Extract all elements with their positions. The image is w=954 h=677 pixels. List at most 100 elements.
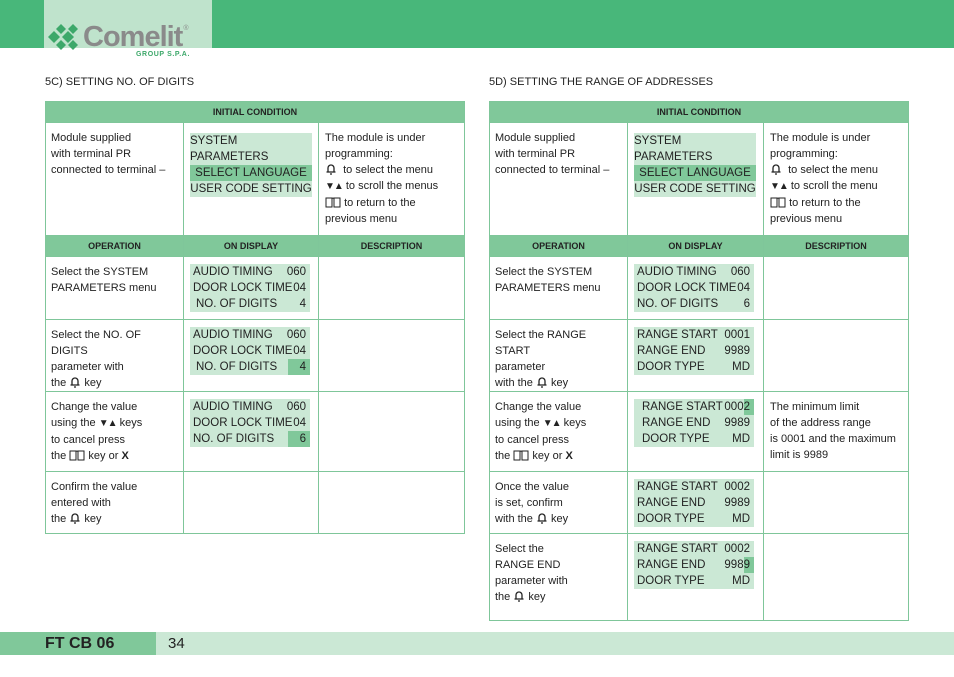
lcd-row: AUDIO TIMING 060: [634, 264, 754, 280]
text-line: limit is 9989: [770, 449, 829, 461]
text: key or: [532, 450, 563, 462]
description-cell: [317, 256, 466, 320]
text-line: parameter with: [495, 575, 568, 587]
lcd-label: RANGE END: [637, 345, 706, 357]
lcd-row-selected: SELECT LANGUAGE: [634, 165, 756, 181]
lcd-label: RANGE END: [642, 417, 711, 429]
lcd-row: RANGE START 0002: [634, 541, 754, 557]
text-line: connected to terminal –: [495, 164, 610, 176]
column-header-operation: OPERATION: [45, 235, 184, 257]
lcd-value: 9989: [724, 417, 750, 429]
text-line: Select the RANGE START: [495, 329, 587, 357]
text: to return to the: [789, 197, 861, 209]
lcd-value-selected: 4: [287, 359, 310, 375]
text: to scroll the menu: [790, 180, 878, 192]
lcd-label: AUDIO TIMING: [637, 266, 717, 278]
operation-cell: Select the NO. OF DIGITS parameter with …: [45, 319, 184, 392]
text: key or: [88, 450, 119, 462]
display-cell: AUDIO TIMING 060 DOOR LOCK TIME 04 NO. OF …: [183, 256, 319, 320]
x-key-label: X: [565, 450, 573, 462]
description-cell: The minimum limit of the address range i…: [762, 391, 910, 472]
text: key: [528, 591, 546, 603]
lcd-value: 4: [299, 298, 306, 310]
text-line: using the ▼▲ keys: [51, 415, 178, 432]
operation-cell: Once the value is set, confirm with the …: [489, 471, 628, 534]
lcd-row: RANGE END 9989: [634, 495, 754, 511]
text: to return to the: [344, 197, 416, 209]
lcd-label: AUDIO TIMING: [193, 401, 273, 413]
lcd-label: DOOR LOCK TIME: [193, 417, 293, 429]
lcd-row: SYSTEM PARAMETERS: [190, 135, 269, 163]
lcd-value: 04: [293, 345, 306, 357]
lcd-display: AUDIO TIMING 060 DOOR LOCK TIME 04 NO. OF …: [190, 399, 310, 447]
table-row: Change the value using the ▼▲ keys to ca…: [45, 391, 466, 472]
text-line: RANGE END: [495, 559, 561, 571]
lcd-row: SYSTEM PARAMETERS: [634, 135, 713, 163]
lcd-label: DOOR LOCK TIME: [637, 282, 737, 294]
text: to select the menu: [788, 164, 879, 176]
text: with the: [495, 377, 533, 389]
document-code: FT CB 06: [0, 632, 156, 655]
text-line: PARAMETERS menu: [495, 282, 601, 294]
book-key-icon: [325, 197, 341, 208]
lcd-value-digits: 998: [724, 559, 744, 571]
lcd-value: MD: [732, 575, 750, 587]
text-line: Change the value: [495, 401, 582, 413]
table-row: Once the value is set, confirm with the …: [489, 471, 910, 534]
lcd-label: RANGE START: [637, 543, 718, 555]
lcd-value: 0002: [724, 481, 750, 493]
lcd-row: DOOR LOCK TIME 04: [190, 415, 310, 431]
book-key-icon: [69, 450, 85, 461]
lcd-label: DOOR LOCK TIME: [193, 282, 293, 294]
bell-key-icon: [514, 591, 524, 602]
lcd-display: SYSTEM PARAMETERS SELECT LANGUAGE USER C…: [190, 133, 312, 197]
bell-key-icon: [771, 164, 781, 175]
text-line: with the key: [495, 375, 622, 391]
lcd-label: NO. OF DIGITS: [196, 298, 278, 310]
text-line: Select the: [495, 543, 544, 555]
text-line: ▼▲ to scroll the menus: [325, 178, 458, 195]
text: using the: [51, 417, 96, 429]
lcd-value: 9989: [724, 345, 750, 357]
section-title-5c: 5C) SETTING NO. OF DIGITS: [45, 76, 195, 88]
text: the: [495, 591, 511, 603]
text-line: connected to terminal –: [51, 164, 166, 176]
text-line: to select the menu: [325, 162, 458, 178]
text-line: with the key: [495, 511, 622, 527]
text-line: to cancel press: [51, 434, 125, 446]
lcd-label: DOOR LOCK TIME: [193, 345, 293, 357]
lcd-row: NO. OF DIGITS 6: [190, 431, 310, 447]
lcd-value: MD: [732, 513, 750, 525]
down-up-arrows-icon: ▼▲: [542, 418, 562, 429]
down-up-arrows-icon: ▼▲: [325, 181, 344, 192]
lcd-row: USER CODE SETTING: [634, 183, 756, 195]
lcd-row: DOOR LOCK TIME 04: [190, 343, 310, 359]
display-cell: AUDIO TIMING 060 DOOR LOCK TIME 04 NO. OF …: [627, 256, 764, 320]
text-line: Once the value: [495, 481, 569, 493]
table-row: Select the RANGE START parameter with th…: [489, 319, 910, 392]
lcd-display: AUDIO TIMING 060 DOOR LOCK TIME 04 NO. OF …: [634, 264, 754, 312]
initial-condition-row: Module supplied with terminal PR connect…: [489, 122, 910, 236]
down-up-arrows-icon: ▼▲: [770, 181, 789, 192]
lcd-label: AUDIO TIMING: [193, 266, 273, 278]
lcd-row-selected: SELECT LANGUAGE: [190, 165, 312, 181]
lcd-value-selected: 6: [287, 431, 310, 447]
lcd-value: MD: [732, 361, 750, 373]
text-line: Select the NO. OF DIGITS: [51, 329, 141, 357]
table-row: Select the NO. OF DIGITS parameter with …: [45, 319, 466, 392]
page-number: 34: [168, 635, 185, 652]
lcd-row: DOOR TYPE MD: [634, 431, 754, 447]
lcd-value: 6: [743, 298, 750, 310]
initial-display: SYSTEM PARAMETERS SELECT LANGUAGE USER C…: [183, 122, 319, 236]
display-cell: AUDIO TIMING 060 DOOR LOCK TIME 04 NO. OF …: [183, 391, 319, 472]
text: with the: [495, 513, 533, 525]
text-line: the key: [495, 589, 622, 605]
lcd-row: USER CODE SETTING: [190, 183, 312, 195]
lcd-value: 060: [286, 401, 306, 413]
operation-cell: Select the RANGE END parameter with the …: [489, 533, 628, 621]
book-key-icon: [770, 197, 786, 208]
text: key: [551, 377, 569, 389]
column-header-description: DESCRIPTION: [317, 235, 466, 257]
bell-key-icon: [70, 513, 80, 524]
lcd-row: DOOR TYPE MD: [634, 359, 754, 375]
